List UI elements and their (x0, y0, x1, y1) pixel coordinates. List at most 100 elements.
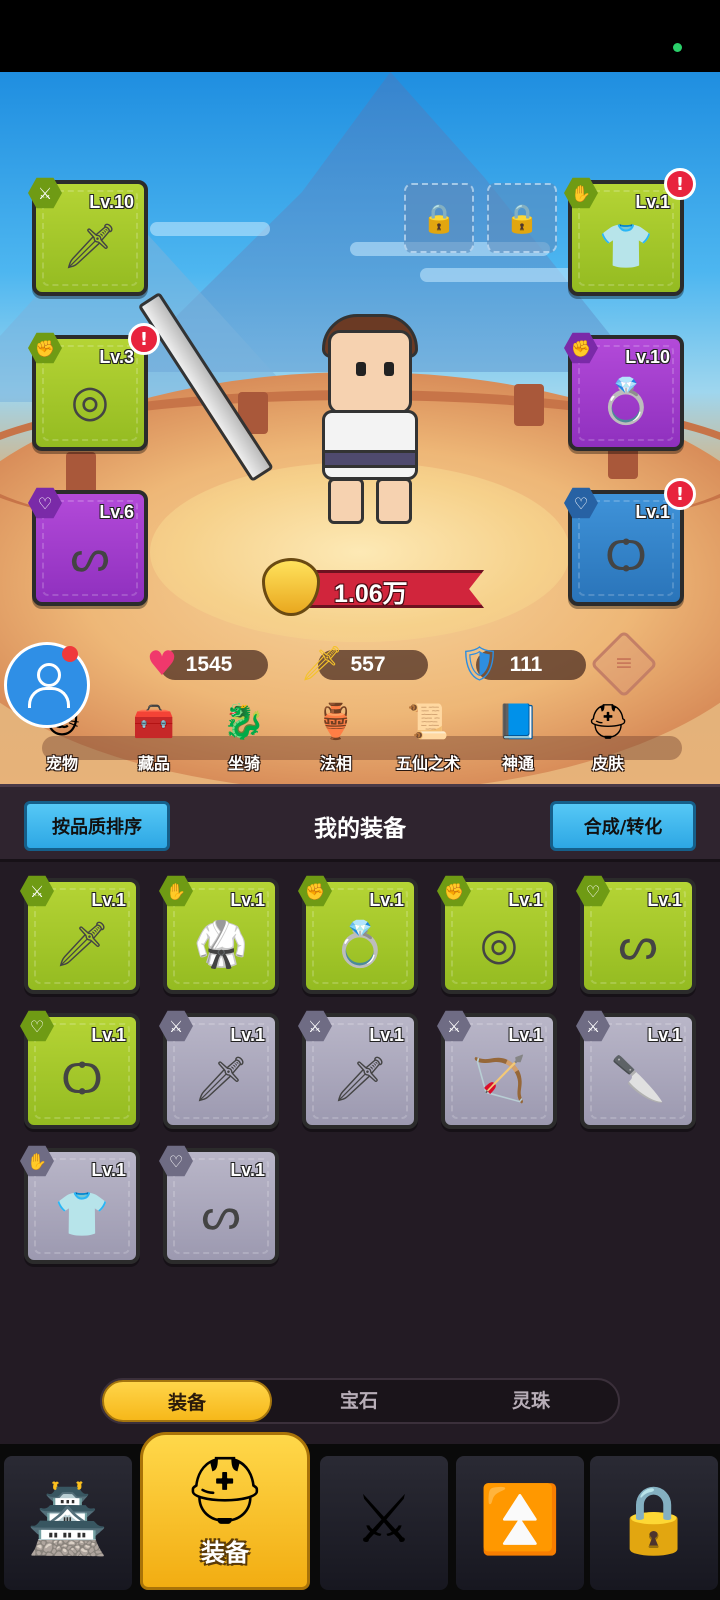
sword-icon: 🗡 (62, 220, 118, 272)
equipment-slot[interactable]: ⚔ Lv.1 🗡 (159, 1010, 279, 1129)
alert-badge: ! (664, 168, 696, 200)
item-level: Lv.1 (635, 192, 670, 212)
equipment-slot[interactable]: ✋ Lv.1 👕 (20, 1145, 140, 1264)
game-screen: 🔒 🔒 ⚔ Lv.10 🗡 ✊ Lv.3 ◎! ♡ Lv.6 ᔕ ✋ Lv.1 👕! ✊ Lv.10 💍 ♡… (0, 0, 720, 1600)
scroll-icon: 📜 (406, 702, 450, 742)
gem-ring-icon: 💍 (598, 375, 654, 427)
bottom-nav: 🏯 ⚔ ⏫ 🔒 ⛑ 装备 (0, 1432, 720, 1600)
feature-label: 法相 (319, 754, 352, 773)
necklace-icon: ᔕ (618, 918, 658, 970)
equipment-slot[interactable]: ⚔ Lv.1 🔪 (576, 1010, 696, 1129)
tab-2[interactable]: 灵珠 (446, 1380, 616, 1422)
nav-shop[interactable]: 🏯 (4, 1456, 132, 1590)
defense-value: 111 (509, 653, 543, 676)
item-level: Lv.1 (230, 890, 265, 910)
locked-slot[interactable]: 🔒 (487, 183, 557, 253)
nav-upgrade[interactable]: ⏫ (456, 1456, 584, 1590)
alert-badge: ! (128, 323, 160, 355)
item-level: Lv.1 (508, 1025, 543, 1045)
feature-label: 皮肤 (591, 754, 624, 773)
feature-label: 藏品 (137, 754, 170, 773)
item-level: Lv.10 (625, 347, 670, 367)
feature-mount[interactable]: 🐉 坐骑 (204, 696, 284, 782)
nav-equipment[interactable]: ⛑ 装备 (140, 1432, 310, 1590)
tab-1[interactable]: 宝石 (274, 1380, 444, 1422)
upgrade-arrow-icon: ⏫ (478, 1481, 562, 1558)
item-level: Lv.1 (91, 1160, 126, 1180)
railing-post (66, 452, 96, 494)
item-level: Lv.1 (91, 890, 126, 910)
ring-icon: ◎ (479, 918, 519, 970)
feature-chest[interactable]: 🧰 藏品 (114, 696, 194, 782)
hero-leg (328, 478, 364, 524)
equipment-slot[interactable]: ✋ Lv.1 🥋 (159, 875, 279, 994)
treasure-house-icon: 🏯 (26, 1481, 110, 1558)
equipment-slot[interactable]: ♡ Lv.1 Ѻ! (564, 478, 696, 606)
hero-eye (356, 362, 366, 376)
hero-leg (376, 478, 412, 524)
equipment-slot[interactable]: ✊ Lv.1 ◎ (437, 875, 557, 994)
gem-ring-icon: 💍 (332, 918, 388, 970)
book-icon: 📘 (496, 702, 540, 742)
hero-character[interactable] (300, 300, 440, 540)
feature-bar: 🐱宠物🧰藏品🐉坐骑🏺法相📜五仙之术📘神通⛑皮肤 (0, 696, 720, 784)
equipment-slot[interactable]: ♡ Lv.1 Ѻ (20, 1010, 140, 1129)
mount-icon: 🐉 (222, 702, 266, 742)
lock-icon: 🔒 (421, 201, 457, 235)
equipment-slot[interactable]: ✊ Lv.1 💍 (298, 875, 418, 994)
cleaver-icon: 🔪 (610, 1053, 666, 1105)
tab-0[interactable]: 装备 (102, 1380, 272, 1422)
cord-necklace-icon: Ѻ (61, 1053, 103, 1105)
inventory-tabs: 装备 宝石 灵珠 (100, 1378, 620, 1424)
combat-power: 1.06万 (262, 558, 484, 616)
cord-necklace-icon: Ѻ (605, 530, 647, 582)
shirt-icon: 👕 (598, 220, 654, 272)
equipment-slot[interactable]: ✊ Lv.10 💍 (564, 332, 684, 451)
equipment-slot[interactable]: ♡ Lv.6 ᔕ (28, 487, 148, 606)
stat-attack: 🗡 557 (300, 644, 428, 684)
locked-slot[interactable]: 🔒 (404, 183, 474, 253)
crossed-swords-icon: ⚔ (354, 1481, 414, 1558)
sword-icon: 🗡 (54, 918, 110, 970)
equipment-slot[interactable]: ⚔ Lv.1 🗡 (298, 1010, 418, 1129)
equipment-slot[interactable]: ♡ Lv.1 ᔕ (576, 875, 696, 994)
sword-icon: 🗡 (193, 1053, 249, 1105)
feature-helmet[interactable]: ⛑ 皮肤 (568, 696, 648, 782)
item-level: Lv.1 (230, 1160, 265, 1180)
feature-teapot[interactable]: 🏺 法相 (296, 696, 376, 782)
equipment-slot[interactable]: ⚔ Lv.1 🗡 (20, 875, 140, 994)
alert-badge: ! (664, 478, 696, 510)
helmet-icon: ⛑ (586, 702, 630, 742)
attack-value: 557 (350, 653, 386, 676)
hero-head (328, 330, 412, 414)
cloud (150, 222, 270, 236)
nav-locked[interactable]: 🔒 (590, 1456, 718, 1590)
equipment-slot[interactable]: ♡ Lv.1 ᔕ (159, 1145, 279, 1264)
equipment-slot[interactable]: ✋ Lv.1 👕! (564, 168, 696, 296)
feature-label: 五仙之术 (395, 754, 460, 773)
equipment-slot[interactable]: ⚔ Lv.1 🏹 (437, 1010, 557, 1129)
camera-indicator (673, 43, 682, 52)
item-level: Lv.1 (91, 1025, 126, 1045)
equipment-slot[interactable]: ✊ Lv.3 ◎! (28, 323, 160, 451)
helmet-icon: ⛑ (183, 1452, 267, 1529)
stat-hp: ♥ 1545 (147, 644, 268, 684)
necklace-icon: ᔕ (201, 1188, 241, 1240)
item-level: Lv.1 (508, 890, 543, 910)
cloud (420, 268, 580, 282)
hero-belt (322, 450, 418, 468)
feature-scroll[interactable]: 📜 五仙之术 (388, 696, 468, 782)
feature-book[interactable]: 📘 神通 (478, 696, 558, 782)
nav-battle[interactable]: ⚔ (320, 1456, 448, 1590)
necklace-icon: ᔕ (70, 530, 110, 582)
item-level: Lv.6 (99, 502, 134, 522)
equipment-slot[interactable]: ⚔ Lv.10 🗡 (28, 177, 148, 296)
teapot-icon: 🏺 (314, 702, 358, 742)
lock-icon: 🔒 (612, 1481, 696, 1558)
feature-label: 神通 (501, 754, 534, 773)
feature-label: 宠物 (45, 754, 78, 773)
item-level: Lv.1 (635, 502, 670, 522)
power-value: 1.06万 (334, 580, 408, 608)
item-level: Lv.1 (230, 1025, 265, 1045)
merge-convert-button[interactable]: 合成/转化 (550, 801, 696, 851)
